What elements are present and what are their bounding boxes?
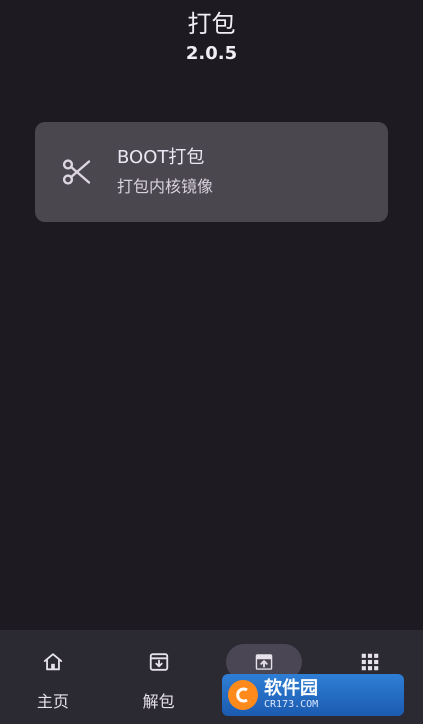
page-header: 打包 2.0.5 <box>0 8 423 66</box>
app-screen: 打包 2.0.5 BOOT打包 打包内核镜像 主页 解包 软件园 CR173.C… <box>0 0 423 724</box>
home-icon <box>41 650 65 674</box>
card-title: BOOT打包 <box>117 147 205 168</box>
page-title: 打包 <box>187 10 236 38</box>
apps-grid-icon <box>358 650 382 674</box>
scissors-icon <box>59 154 95 190</box>
nav-item-unpack[interactable]: 解包 <box>106 630 212 724</box>
boot-pack-card[interactable]: BOOT打包 打包内核镜像 <box>35 122 388 222</box>
nav-label-unpack: 解包 <box>142 692 175 711</box>
watermark-badge: 软件园 CR173.COM <box>222 674 404 716</box>
version-label: 2.0.5 <box>185 43 238 64</box>
nav-item-home[interactable]: 主页 <box>0 630 106 724</box>
archive-download-icon <box>147 650 171 674</box>
archive-upload-icon <box>252 650 276 674</box>
watermark-url: CR173.COM <box>264 699 319 710</box>
watermark-logo-icon <box>228 680 258 710</box>
nav-label-home: 主页 <box>36 692 69 711</box>
card-subtitle: 打包内核镜像 <box>117 177 214 196</box>
watermark-brand: 软件园 <box>264 678 318 699</box>
